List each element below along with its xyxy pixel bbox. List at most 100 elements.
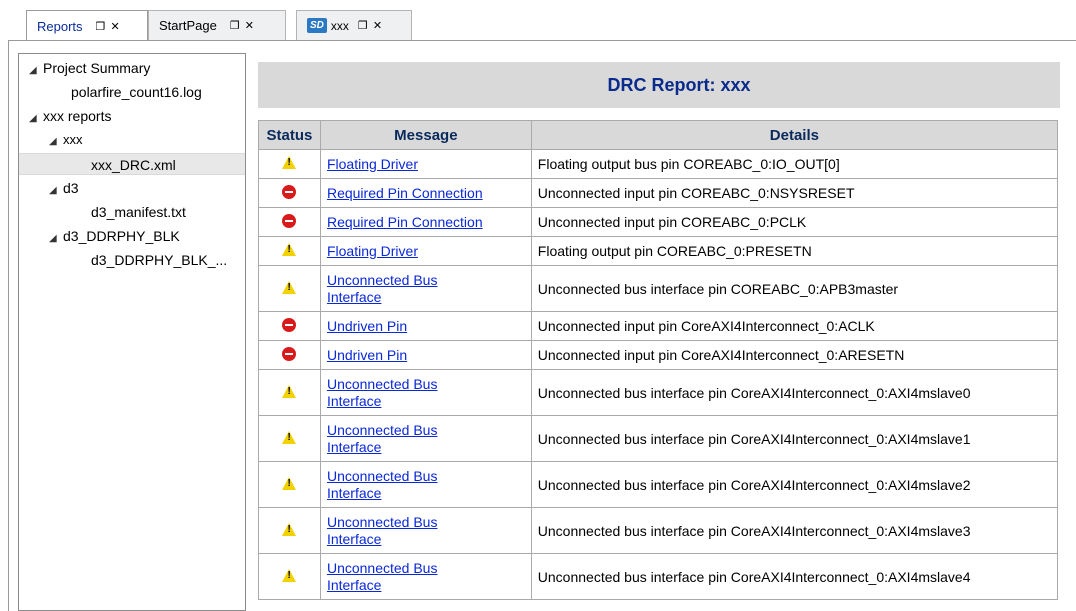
error-icon — [282, 213, 297, 228]
message-link[interactable]: Required Pin Connection — [327, 185, 483, 201]
details-cell: Floating output pin COREABC_0:PRESETN — [530, 236, 1059, 266]
report-title: DRC Report: xxx — [258, 62, 1060, 108]
message-cell: Required Pin Connection — [319, 207, 532, 237]
expand-arrow-icon[interactable]: ◢ — [29, 108, 43, 130]
tree-item-project-summary[interactable]: ◢ Project Summary — [29, 57, 150, 79]
warning-icon — [282, 243, 297, 256]
message-link[interactable]: Unconnected Bus Interface — [327, 468, 467, 502]
error-icon — [282, 346, 297, 361]
message-link[interactable]: Undriven Pin — [327, 347, 407, 363]
details-cell: Unconnected input pin CoreAXI4Interconne… — [530, 311, 1059, 341]
tree-item-label: d3 — [63, 180, 79, 196]
table-row: Undriven Pin Unconnected input pin CoreAX… — [258, 340, 1059, 370]
drc-report-pane: DRC Report: xxx Status Message Details F… — [258, 62, 1060, 611]
column-header-status: Status — [258, 120, 321, 150]
tree-item-log[interactable]: polarfire_count16.log — [71, 81, 202, 103]
error-icon — [282, 317, 297, 332]
message-link[interactable]: Unconnected Bus Interface — [327, 422, 467, 456]
warning-icon — [282, 522, 297, 536]
message-cell: Required Pin Connection — [319, 178, 532, 208]
tab-reports[interactable]: Reports ❐ ✕ — [26, 10, 148, 41]
tree-item-label: xxx — [63, 132, 83, 147]
tree-item-label: xxx reports — [43, 108, 112, 124]
table-row: Unconnected Bus Interface Unconnected bus… — [258, 369, 1059, 416]
tree-item-label: Project Summary — [43, 60, 151, 76]
status-cell — [258, 178, 321, 208]
message-cell: Floating Driver — [319, 236, 532, 266]
report-tree: ◢ Project Summary polarfire_count16.log ◢… — [18, 53, 246, 611]
message-link[interactable]: Required Pin Connection — [327, 214, 483, 230]
tab-startpage[interactable]: StartPage ❐ ✕ — [148, 10, 286, 40]
warning-icon — [282, 384, 297, 398]
document-tab-strip: Reports ❐ ✕ StartPage ❐ ✕ SD xxx ❐ ✕ — [0, 0, 1076, 41]
tab-reports-label: Reports — [37, 18, 83, 34]
tab-startpage-label: StartPage — [159, 18, 217, 33]
message-link[interactable]: Unconnected Bus Interface — [327, 272, 467, 306]
message-cell: Unconnected Bus Interface — [319, 415, 532, 462]
table-row: Unconnected Bus Interface Unconnected bus… — [258, 507, 1059, 554]
message-cell: Unconnected Bus Interface — [319, 265, 532, 312]
status-cell — [258, 369, 321, 416]
details-cell: Unconnected bus interface pin CoreAXI4In… — [530, 415, 1059, 462]
details-cell: Unconnected input pin COREABC_0:PCLK — [530, 207, 1059, 237]
details-cell: Floating output bus pin COREABC_0:IO_OUT… — [530, 149, 1059, 179]
tab-xxx-controls[interactable]: ❐ ✕ — [358, 19, 383, 32]
message-cell: Unconnected Bus Interface — [319, 553, 532, 600]
table-row: Required Pin Connection Unconnected input… — [258, 178, 1059, 208]
tree-item-d3-manifest[interactable]: d3_manifest.txt — [91, 201, 186, 223]
table-row: Floating Driver Floating output bus pin C… — [258, 149, 1059, 179]
tree-item-label: d3_DDRPHY_BLK — [63, 228, 180, 244]
expand-arrow-icon[interactable]: ◢ — [49, 131, 63, 153]
expand-arrow-icon[interactable]: ◢ — [49, 180, 63, 202]
tree-item-xxx[interactable]: ◢ xxx — [49, 129, 83, 151]
tab-xxx-label: xxx — [330, 18, 349, 33]
details-cell: Unconnected bus interface pin CoreAXI4In… — [530, 507, 1059, 554]
drc-table-body: Floating Driver Floating output bus pin C… — [258, 149, 1059, 600]
tree-item-label: xxx_DRC.xml — [91, 157, 176, 173]
message-link[interactable]: Floating Driver — [327, 243, 418, 259]
message-link[interactable]: Unconnected Bus Interface — [327, 514, 467, 548]
message-cell: Unconnected Bus Interface — [319, 507, 532, 554]
message-link[interactable]: Unconnected Bus Interface — [327, 560, 467, 594]
tree-item-label: d3_manifest.txt — [91, 204, 186, 220]
table-row: Floating Driver Floating output pin COREA… — [258, 236, 1059, 266]
message-link[interactable]: Undriven Pin — [327, 318, 407, 334]
table-row: Unconnected Bus Interface Unconnected bus… — [258, 415, 1059, 462]
message-cell: Unconnected Bus Interface — [319, 461, 532, 508]
tree-item-xxx-drc[interactable]: xxx_DRC.xml — [19, 153, 245, 175]
warning-icon — [282, 568, 297, 582]
warning-icon — [282, 280, 297, 294]
message-link[interactable]: Floating Driver — [327, 156, 418, 172]
message-link[interactable]: Unconnected Bus Interface — [327, 376, 467, 410]
status-cell — [258, 265, 321, 312]
tree-item-d3-ddrphy-blk[interactable]: ◢ d3_DDRPHY_BLK — [49, 225, 180, 247]
column-header-details: Details — [530, 120, 1059, 150]
details-cell: Unconnected bus interface pin CoreAXI4In… — [530, 461, 1059, 508]
warning-icon — [282, 476, 297, 490]
message-cell: Floating Driver — [319, 149, 532, 179]
column-header-message: Message — [319, 120, 532, 150]
smartdesign-icon: SD — [307, 18, 327, 33]
tab-reports-controls[interactable]: ❐ ✕ — [96, 20, 121, 33]
table-row: Unconnected Bus Interface Unconnected bus… — [258, 461, 1059, 508]
warning-icon — [282, 430, 297, 444]
warning-icon — [282, 156, 297, 169]
details-cell: Unconnected bus interface pin CoreAXI4In… — [530, 553, 1059, 600]
table-row: Required Pin Connection Unconnected input… — [258, 207, 1059, 237]
error-icon — [282, 184, 297, 199]
status-cell — [258, 507, 321, 554]
tree-item-xxx-reports[interactable]: ◢ xxx reports — [29, 105, 111, 127]
status-cell — [258, 149, 321, 179]
expand-arrow-icon[interactable]: ◢ — [29, 60, 43, 82]
tab-xxx[interactable]: SD xxx ❐ ✕ — [296, 10, 412, 40]
status-cell — [258, 415, 321, 462]
tab-startpage-controls[interactable]: ❐ ✕ — [230, 19, 255, 32]
tree-item-label: d3_DDRPHY_BLK_... — [91, 252, 228, 268]
tree-item-d3[interactable]: ◢ d3 — [49, 177, 79, 199]
status-cell — [258, 207, 321, 237]
status-cell — [258, 340, 321, 370]
status-cell — [258, 461, 321, 508]
expand-arrow-icon[interactable]: ◢ — [49, 228, 63, 250]
table-header-row: Status Message Details — [258, 120, 1059, 150]
tree-item-d3-ddrphy-blk-file[interactable]: d3_DDRPHY_BLK_... — [91, 249, 227, 271]
